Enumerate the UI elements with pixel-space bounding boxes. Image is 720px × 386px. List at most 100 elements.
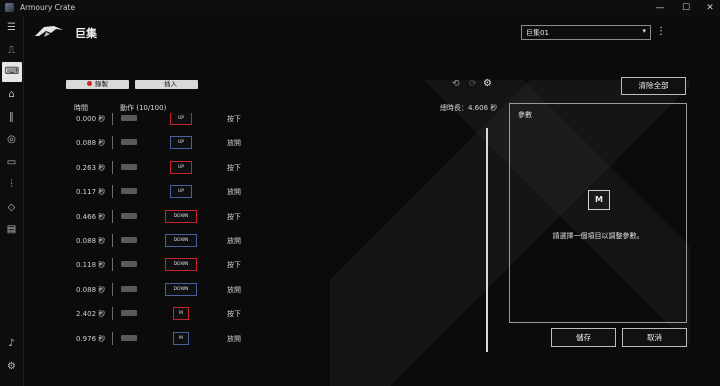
maximize-button[interactable]: ☐ [680, 2, 692, 14]
list-item[interactable]: 2.402 秒 M 按下 [70, 304, 500, 322]
event-time: 0.466 秒 [76, 212, 106, 221]
key-badge: M [173, 307, 189, 321]
event-time: 0.118 秒 [76, 261, 106, 270]
insert-label: 插入 [164, 80, 177, 88]
event-time: 0.000 秒 [76, 115, 106, 123]
title-bar: Armoury Crate — ☐ ✕ [0, 0, 720, 16]
event-action: 按下 [227, 310, 241, 319]
settings-icon[interactable]: ⚙ [4, 359, 19, 374]
keyboard-event-icon [121, 237, 137, 243]
event-action: 按下 [227, 163, 241, 172]
list-item[interactable]: 0.263 秒 UP 按下 [70, 158, 500, 176]
news-icon[interactable]: ▤ [4, 222, 19, 237]
divider [112, 185, 113, 199]
device-icon[interactable]: ⎍ [4, 43, 19, 58]
sidebar: ☰ ⎍ ⌨ ⌂ ∥ ◎ ▭ ⫶ ◇ ▤ ♪ ⚙ [0, 16, 24, 386]
event-action: 放開 [227, 188, 241, 197]
list-item[interactable]: 0.976 秒 M 放開 [70, 329, 500, 347]
list-item[interactable]: 0.088 秒 DOWN 放開 [70, 280, 500, 298]
insert-button[interactable]: 插入 [135, 80, 198, 89]
list-item[interactable]: 0.118 秒 DOWN 按下 [70, 255, 500, 273]
armoury-icon[interactable]: ∥ [4, 110, 19, 125]
media-icon[interactable]: ▭ [4, 155, 19, 170]
clear-all-button[interactable]: 清除全部 [621, 77, 686, 95]
list-item[interactable]: 0.088 秒 UP 放開 [70, 133, 500, 151]
event-action: 按下 [227, 212, 241, 221]
event-action: 按下 [227, 261, 241, 270]
keyboard-event-icon [121, 212, 137, 219]
keyboard-event-icon [121, 285, 137, 292]
divider [112, 258, 113, 272]
divider [112, 136, 113, 150]
event-time: 0.088 秒 [76, 139, 106, 148]
keyboard-event-icon [121, 261, 137, 268]
key-badge: UP [170, 136, 192, 150]
scenario-icon[interactable]: ◎ [4, 132, 19, 147]
record-label: 錄製 [95, 80, 108, 88]
total-duration: 總時長：4.606 秒 [440, 104, 498, 112]
event-time: 0.088 秒 [76, 285, 106, 294]
key-badge: UP [170, 160, 192, 174]
close-button[interactable]: ✕ [704, 2, 716, 14]
key-badge: DOWN [165, 258, 197, 272]
cancel-button[interactable]: 取消 [622, 328, 687, 347]
list-item[interactable]: 0.466 秒 DOWN 按下 [70, 207, 500, 225]
list-item[interactable]: 0.117 秒 UP 放開 [70, 182, 500, 200]
more-options-icon[interactable]: ⋮ [656, 25, 666, 38]
event-action: 放開 [227, 237, 241, 245]
parameters-title: 參數 [518, 111, 532, 119]
divider [112, 234, 113, 247]
column-header-time: 時間 [74, 104, 88, 112]
keyboard-event-icon [121, 188, 137, 195]
column-header-action: 動作 (10/100) [120, 104, 167, 112]
divider [112, 307, 113, 321]
event-action: 放開 [227, 285, 241, 294]
app-title: Armoury Crate [20, 3, 76, 12]
app-logo-icon [5, 3, 14, 12]
event-time: 0.976 秒 [76, 334, 106, 343]
macro-key-icon: M [588, 190, 610, 210]
event-action: 放開 [227, 139, 241, 148]
gear-icon[interactable]: ⚙ [483, 78, 492, 89]
page-title: 巨集 [75, 27, 97, 40]
event-action: 放開 [227, 334, 241, 343]
event-time: 0.263 秒 [76, 163, 106, 172]
equalizer-icon[interactable]: ⫶ [4, 177, 19, 192]
keyboard-event-icon [121, 139, 137, 146]
chevron-down-icon: ▾ [642, 27, 646, 35]
record-button[interactable]: 錄製 [66, 80, 129, 89]
keyboard-icon[interactable]: ⌨ [2, 62, 22, 82]
keyboard-event-icon [121, 310, 137, 317]
key-badge: UP [170, 113, 192, 125]
keyboard-event-icon [121, 163, 137, 170]
aura-icon[interactable]: ⌂ [4, 87, 19, 102]
key-badge: UP [170, 185, 192, 199]
key-badge: M [173, 331, 189, 345]
notification-icon[interactable]: ♪ [4, 336, 19, 351]
list-item[interactable]: 0.088 秒 DOWN 放開 [70, 231, 500, 249]
macro-dropdown[interactable]: 巨集01 ▾ [521, 25, 651, 40]
deals-icon[interactable]: ◇ [4, 200, 19, 215]
undo-icon[interactable]: ⟲ [452, 79, 460, 89]
divider [112, 331, 113, 345]
redo-icon[interactable]: ⟳ [469, 79, 477, 89]
key-badge: DOWN [165, 282, 197, 296]
macro-dropdown-value: 巨集01 [526, 29, 549, 37]
menu-icon[interactable]: ☰ [4, 20, 19, 35]
event-time: 0.117 秒 [76, 188, 106, 197]
insert-icon [156, 81, 161, 86]
save-button[interactable]: 儲存 [551, 328, 616, 347]
parameters-panel: 參數 M 請選擇一個項目以調整參數。 [509, 103, 687, 323]
record-dot-icon [87, 80, 92, 86]
event-action: 按下 [227, 115, 241, 123]
key-badge: DOWN [165, 209, 197, 223]
divider [112, 209, 113, 223]
key-badge: DOWN [165, 234, 197, 247]
keyboard-event-icon [121, 334, 137, 341]
list-scrollbar[interactable] [486, 128, 488, 352]
divider [112, 113, 113, 125]
event-time: 0.088 秒 [76, 237, 106, 245]
minimize-button[interactable]: — [654, 2, 666, 14]
divider [112, 160, 113, 174]
parameters-hint: 請選擇一個項目以調整參數。 [552, 232, 644, 240]
